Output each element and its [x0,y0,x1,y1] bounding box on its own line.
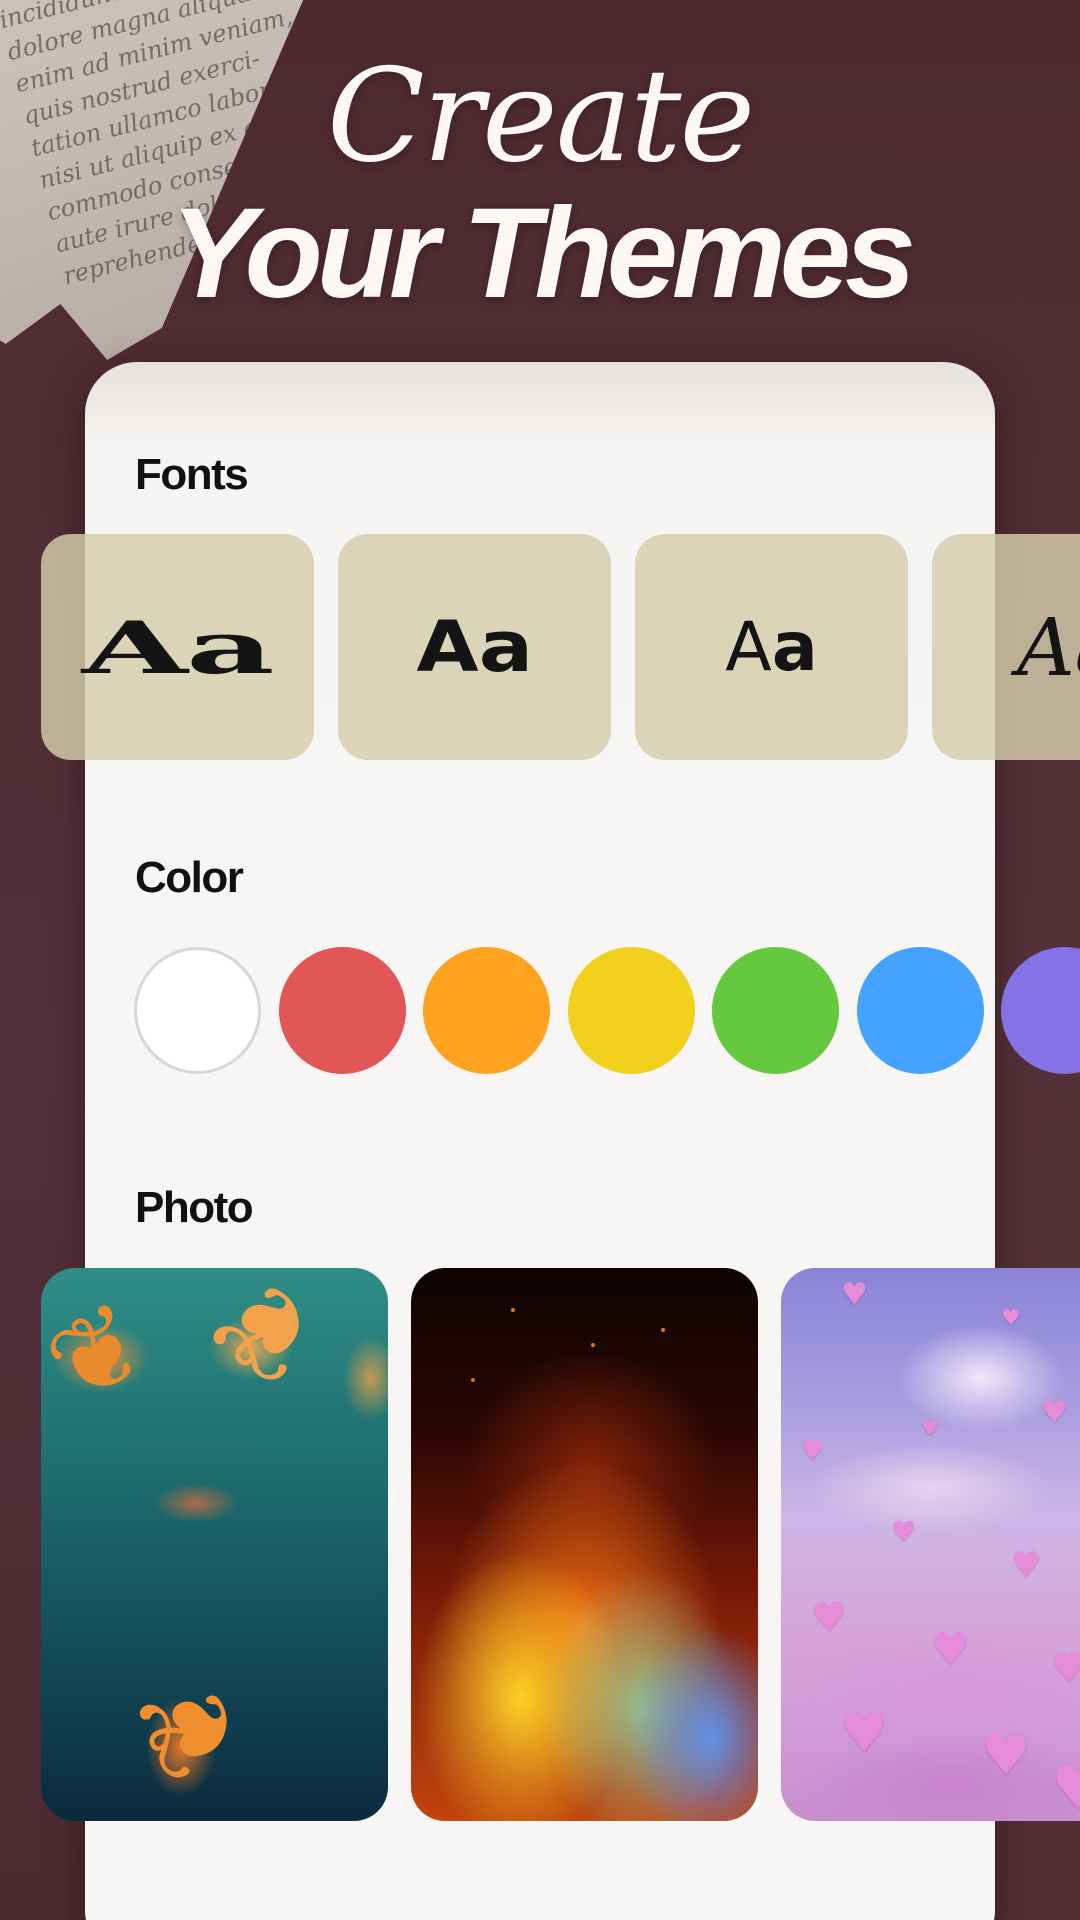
heart-icon: ♥ [981,1723,1032,1788]
color-section-title: Color [135,853,244,902]
font-sample: Aa [416,606,533,688]
heart-icon: ♥ [841,1704,888,1764]
color-swatch-blue[interactable] [857,947,984,1074]
color-swatch-green[interactable] [712,947,839,1074]
font-option-script[interactable]: Aa [932,534,1080,760]
heart-icon: ♥ [1011,1545,1042,1585]
photo-section-title: Photo [135,1183,254,1232]
heart-icon: ♥ [931,1624,971,1675]
color-swatch-purple[interactable] [1001,947,1080,1074]
heart-icon: ♥ [811,1595,847,1641]
heart-icon: ♥ [1051,1645,1080,1691]
heart-icon: ♥ [1041,1395,1068,1430]
font-option-heavy-serif[interactable]: Aa [41,534,314,760]
color-swatch-orange[interactable] [423,947,550,1074]
fonts-section-title: Fonts [135,450,249,499]
font-option-condensed[interactable]: Aa [635,534,908,760]
font-sample: Aa [1017,600,1080,694]
color-swatch-yellow[interactable] [568,947,695,1074]
photo-option-fire[interactable] [411,1268,758,1821]
font-option-rounded[interactable]: Aa [338,534,611,760]
heart-icon: ♥ [801,1436,825,1466]
headline: Create Your Themes [0,52,1080,324]
headline-your-themes: Your Themes [169,182,916,325]
color-swatch-white[interactable] [134,947,261,1074]
leaf-icon: ❦ [41,1274,169,1432]
leaf-icon: ❦ [108,1657,274,1800]
font-sample: Aa [725,607,818,687]
heart-icon: ♥ [1051,1753,1080,1821]
headline-create: Create [326,42,755,191]
theme-promo-screen: sed do eiusmod tempor incididunt ut labo… [0,0,1080,1920]
heart-icon: ♥ [891,1515,917,1548]
heart-icon: ♥ [1001,1306,1021,1331]
font-sample: Aa [82,604,275,690]
color-swatch-red[interactable] [279,947,406,1074]
heart-icon: ♥ [921,1416,939,1440]
photo-option-pink-hearts[interactable]: ♥ ♥ ♥ ♥ ♥ ♥ ♥ ♥ ♥ ♥ ♥ ♥ ♥ [781,1268,1080,1821]
photo-option-autumn-leaves[interactable]: ❦ ❦ ❦ [41,1268,388,1821]
leaf-icon: ❦ [182,1268,350,1414]
heart-icon: ♥ [841,1277,868,1312]
